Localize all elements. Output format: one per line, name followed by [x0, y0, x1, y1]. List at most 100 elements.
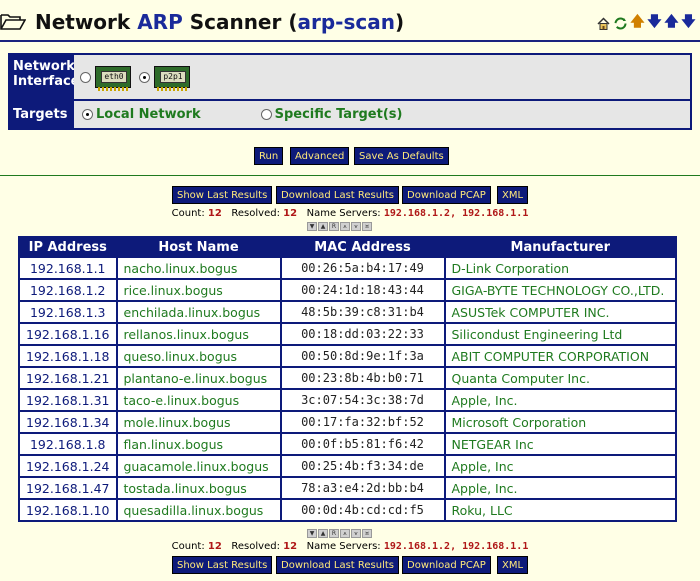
- mac-address-cell: 00:26:5a:b4:17:49: [281, 258, 444, 278]
- manufacturer-cell: Apple, Inc.: [445, 478, 675, 498]
- page-title: Network ARP Scanner (arp-scan): [0, 10, 404, 34]
- download-pcap-button[interactable]: Download PCAP: [402, 186, 491, 204]
- ip-address-cell: 192.168.1.34: [20, 412, 116, 432]
- results-body: 192.168.1.1 nacho.linux.bogus 00:26:5a:b4:…: [20, 258, 675, 520]
- arrow-down-icon[interactable]: 🡇: [647, 14, 662, 32]
- mac-address-cell: 3c:07:54:3c:38:7d: [281, 390, 444, 410]
- sort-reset-icon[interactable]: R: [329, 529, 339, 538]
- mac-address-cell: 00:18:dd:03:22:33: [281, 324, 444, 344]
- mac-address-cell: 48:5b:39:c8:31:b4: [281, 302, 444, 322]
- sort-asc-icon[interactable]: ▲: [318, 222, 328, 231]
- scan-form: Network Interface eth0 p2p1 Targets Loca…: [8, 53, 692, 130]
- table-row: 192.168.1.34 mole.linux.bogus 00:17:fa:32:…: [20, 412, 675, 432]
- table-row: 192.168.1.31 taco-e.linux.bogus 3c:07:54:3…: [20, 390, 675, 410]
- sort-desc-icon[interactable]: ▼: [307, 222, 317, 231]
- table-row: 192.168.1.18 queso.linux.bogus 00:50:8d:9e…: [20, 346, 675, 366]
- interface-radio-p2p1[interactable]: [139, 71, 150, 83]
- manufacturer-cell: GIGA-BYTE TECHNOLOGY CO.,LTD.: [445, 280, 675, 300]
- title-command: arp-scan: [297, 10, 395, 34]
- column-header-mac[interactable]: MAC Address: [281, 238, 444, 256]
- ip-address-cell: 192.168.1.24: [20, 456, 116, 476]
- xml-button[interactable]: XML: [497, 186, 529, 204]
- column-header-manufacturer[interactable]: Manufacturer: [445, 238, 675, 256]
- host-name-cell: queso.linux.bogus: [117, 346, 280, 366]
- count-value: 12: [207, 541, 222, 552]
- ip-address-cell: 192.168.1.2: [20, 280, 116, 300]
- sort-misc-icon[interactable]: ¤: [362, 222, 372, 231]
- sort-top-icon[interactable]: ⩚: [340, 529, 350, 538]
- advanced-button[interactable]: Advanced: [290, 147, 350, 165]
- targets-selector: Local Network Specific Target(s): [74, 101, 690, 128]
- sort-asc-icon[interactable]: ▲: [318, 529, 328, 538]
- xml-button-bottom[interactable]: XML: [497, 556, 529, 574]
- sort-reset-icon[interactable]: R: [329, 222, 339, 231]
- arrow-up-icon[interactable]: 🡅: [630, 14, 645, 32]
- results-table: IP Address Host Name MAC Address Manufac…: [18, 236, 677, 522]
- manufacturer-cell: D-Link Corporation: [445, 258, 675, 278]
- sort-bottom-icon[interactable]: ⩛: [351, 222, 361, 231]
- target-specific-label: Specific Target(s): [274, 107, 403, 122]
- table-header-row: IP Address Host Name MAC Address Manufac…: [20, 238, 675, 256]
- manufacturer-cell: Apple, Inc: [445, 456, 675, 476]
- mac-address-cell: 00:17:fa:32:bf:52: [281, 412, 444, 432]
- table-row: 192.168.1.10 quesadilla.linux.bogus 00:0d:…: [20, 500, 675, 520]
- target-specific-radio[interactable]: [260, 109, 272, 120]
- target-specific-option[interactable]: Specific Target(s): [260, 107, 403, 122]
- ip-address-cell: 192.168.1.1: [20, 258, 116, 278]
- column-header-host[interactable]: Host Name: [117, 238, 280, 256]
- manufacturer-cell: ASUSTek COMPUTER INC.: [445, 302, 675, 322]
- resolved-value: 12: [283, 541, 298, 552]
- title-word-arp: ARP: [137, 10, 183, 34]
- manufacturer-cell: Microsoft Corporation: [445, 412, 675, 432]
- target-local-label: Local Network: [96, 107, 201, 122]
- interface-selector: eth0 p2p1: [74, 55, 690, 99]
- sort-misc-icon[interactable]: ¤: [362, 529, 372, 538]
- target-local-radio[interactable]: [82, 109, 93, 120]
- host-name-cell: flan.linux.bogus: [117, 434, 280, 454]
- sort-controls-top: ▼ ▲ R ⩚ ⩛ ¤: [307, 222, 372, 231]
- column-header-ip[interactable]: IP Address: [20, 238, 116, 256]
- table-row: 192.168.1.2 rice.linux.bogus 00:24:1d:18:4…: [20, 280, 675, 300]
- refresh-icon[interactable]: [613, 14, 628, 32]
- host-name-cell: rice.linux.bogus: [117, 280, 280, 300]
- table-row: 192.168.1.16 rellanos.linux.bogus 00:18:dd…: [20, 324, 675, 344]
- mac-address-cell: 00:25:4b:f3:34:de: [281, 456, 444, 476]
- download-pcap-button-bottom[interactable]: Download PCAP: [402, 556, 491, 574]
- run-button[interactable]: Run: [254, 147, 284, 165]
- mac-address-cell: 00:23:8b:4b:b0:71: [281, 368, 444, 388]
- manufacturer-cell: NETGEAR Inc: [445, 434, 675, 454]
- home-icon[interactable]: [596, 14, 611, 32]
- network-interface-label: Network Interface: [10, 55, 80, 99]
- nic-chip-label: p2p1: [160, 71, 186, 83]
- host-name-cell: tostada.linux.bogus: [117, 478, 280, 498]
- name-servers-value: 192.168.1.2, 192.168.1.1: [383, 208, 529, 219]
- table-row: 192.168.1.24 guacamole.linux.bogus 00:25:4…: [20, 456, 675, 476]
- target-local-option[interactable]: Local Network: [82, 107, 201, 122]
- arrow-down-secondary-icon[interactable]: 🡇: [681, 14, 696, 32]
- sort-top-icon[interactable]: ⩚: [340, 222, 350, 231]
- title-icons: 🡅 🡇 🡅 🡇: [596, 14, 696, 32]
- nic-card-icon[interactable]: p2p1: [154, 66, 190, 91]
- table-row: 192.168.1.3 enchilada.linux.bogus 48:5b:39…: [20, 302, 675, 322]
- sort-bottom-icon[interactable]: ⩛: [351, 529, 361, 538]
- mac-address-cell: 00:0d:4b:cd:cd:f5: [281, 500, 444, 520]
- show-last-results-button-bottom[interactable]: Show Last Results: [172, 556, 273, 574]
- interface-radio-eth0[interactable]: [80, 71, 91, 83]
- title-bar: Network ARP Scanner (arp-scan) 🡅 🡇 🡅 🡇: [0, 0, 700, 42]
- results-summary-bottom: Count: 12 Resolved: 12 Name Servers: 192…: [171, 541, 529, 552]
- download-last-results-button-bottom[interactable]: Download Last Results: [276, 556, 400, 574]
- name-servers-value: 192.168.1.2, 192.168.1.1: [383, 541, 529, 552]
- ip-address-cell: 192.168.1.31: [20, 390, 116, 410]
- sort-desc-icon[interactable]: ▼: [307, 529, 317, 538]
- show-last-results-button[interactable]: Show Last Results: [172, 186, 273, 204]
- save-defaults-button[interactable]: Save As Defaults: [354, 147, 449, 165]
- manufacturer-cell: Roku, LLC: [445, 500, 675, 520]
- table-row: 192.168.1.8 flan.linux.bogus 00:0f:b5:81:f…: [20, 434, 675, 454]
- targets-label: Targets: [10, 101, 72, 128]
- manufacturer-cell: Apple, Inc.: [445, 390, 675, 410]
- arrow-up-secondary-icon[interactable]: 🡅: [664, 14, 679, 32]
- download-last-results-button[interactable]: Download Last Results: [276, 186, 400, 204]
- nic-card-icon[interactable]: eth0: [95, 66, 131, 91]
- ip-address-cell: 192.168.1.21: [20, 368, 116, 388]
- table-row: 192.168.1.47 tostada.linux.bogus 78:a3:e4:…: [20, 478, 675, 498]
